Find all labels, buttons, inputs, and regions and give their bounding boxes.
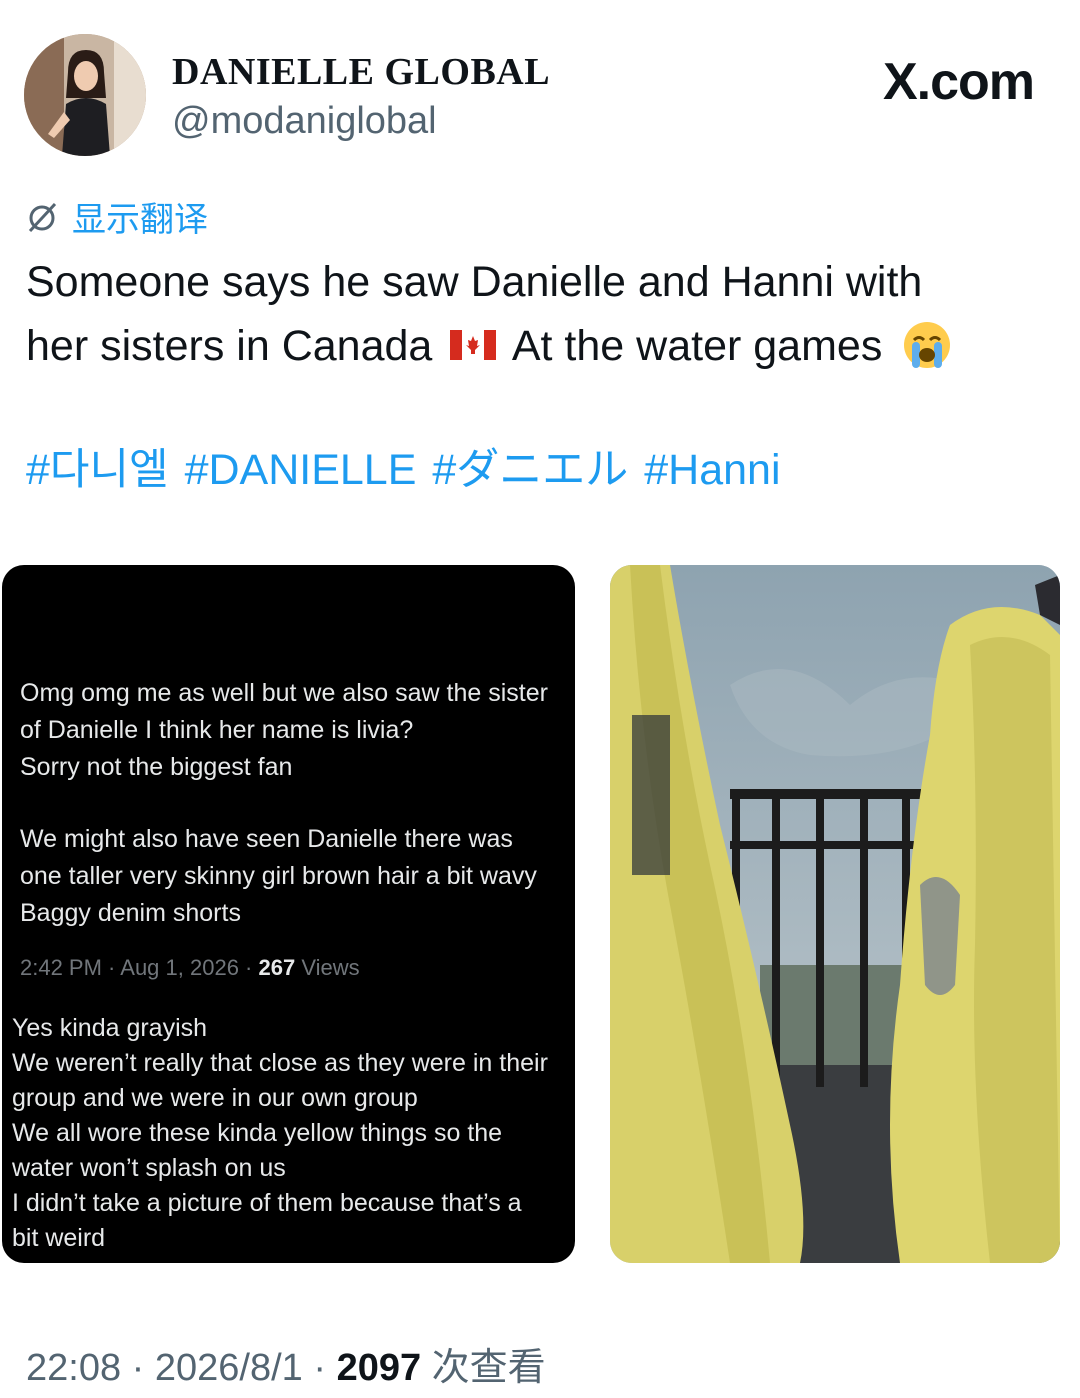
- avatar[interactable]: [24, 34, 146, 156]
- hashtag-link[interactable]: #다니엘: [26, 446, 169, 494]
- account-handle[interactable]: @modaniglobal: [172, 100, 437, 143]
- screenshot-views-label: Views: [295, 955, 360, 980]
- tweet-footer: 22:08 · 2026/8/1 · 2097 次查看: [26, 1336, 546, 1391]
- screenshot-meta: 2:42 PM · Aug 1, 2026 · 267 Views: [20, 955, 360, 981]
- raincoat-photo: [610, 565, 1060, 1263]
- translate-label: 显示翻译: [72, 201, 208, 239]
- screenshot-line: one taller very skinny girl brown hair a…: [20, 862, 537, 890]
- hashtag-link[interactable]: #DANIELLE: [185, 446, 417, 494]
- views-label: 次查看: [421, 1347, 546, 1389]
- hashtag-link[interactable]: #ダニエル: [432, 446, 628, 494]
- crying-face-icon: [904, 321, 951, 368]
- media-photo-image[interactable]: [610, 565, 1060, 1263]
- screenshot-view-count: 267: [258, 955, 296, 980]
- screenshot-line: Omg omg me as well but we also saw the s…: [20, 679, 548, 707]
- screenshot-line: bit weird: [12, 1224, 106, 1252]
- screenshot-line: water won’t splash on us: [12, 1154, 286, 1182]
- tweet-line-2: her sisters in Canada At the water games: [26, 314, 1046, 378]
- tweet-line-1: Someone says he saw Danielle and Hanni w…: [26, 258, 923, 306]
- screenshot-line: of Danielle I think her name is livia?: [20, 716, 414, 744]
- screenshot-line: Yes kinda grayish: [12, 1014, 208, 1042]
- view-count: 2097: [336, 1347, 422, 1389]
- avatar-photo: [24, 34, 146, 156]
- screenshot-comment-1: Omg omg me as well but we also saw the s…: [20, 675, 548, 786]
- brand-logo: X.com: [882, 53, 1035, 111]
- display-name[interactable]: DANIELLE GLOBAL: [172, 50, 550, 94]
- screenshot-line: I didn’t take a picture of them because …: [12, 1189, 522, 1217]
- translate-icon: [28, 202, 57, 232]
- screenshot-timestamp: 2:42 PM · Aug 1, 2026 ·: [20, 955, 259, 980]
- tweet-line-2-start: her sisters in Canada: [26, 322, 433, 370]
- screenshot-reply: Yes kinda grayish We weren’t really that…: [12, 1011, 548, 1256]
- hashtag-link[interactable]: #Hanni: [644, 446, 780, 494]
- canada-flag-icon: [450, 329, 497, 360]
- screenshot-line: We weren’t really that close as they wer…: [12, 1049, 548, 1077]
- screenshot-line: Baggy denim shorts: [20, 899, 241, 927]
- screenshot-line: group and we were in our own group: [12, 1084, 418, 1112]
- screenshot-line: We all wore these kinda yellow things so…: [12, 1119, 503, 1147]
- media-screenshot-image[interactable]: Omg omg me as well but we also saw the s…: [2, 565, 575, 1263]
- screenshot-line: Sorry not the biggest fan: [20, 753, 293, 781]
- tweet-line-2-end: At the water games: [511, 322, 883, 370]
- tweet-text: Someone says he saw Danielle and Hanni w…: [26, 250, 1046, 378]
- hashtag-row: #다니엘 #DANIELLE #ダニエル #Hanni: [26, 438, 785, 502]
- tweet-timestamp[interactable]: 22:08 · 2026/8/1 ·: [26, 1347, 337, 1389]
- screenshot-comment-2: We might also have seen Danielle there w…: [20, 821, 537, 932]
- screenshot-line: We might also have seen Danielle there w…: [20, 825, 513, 853]
- translate-link[interactable]: 显示翻译: [24, 192, 208, 241]
